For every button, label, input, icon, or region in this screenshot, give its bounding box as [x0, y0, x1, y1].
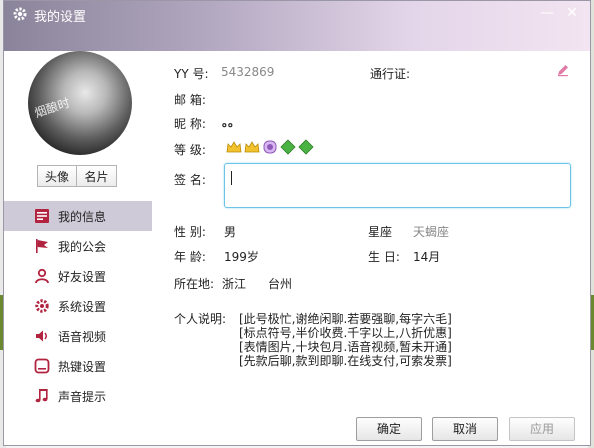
nickname-value: 。。	[222, 115, 241, 129]
province-value: 浙江	[222, 277, 247, 291]
sidebar-item-voice-video[interactable]: 语音视频	[4, 321, 152, 351]
city-value: 台州	[268, 277, 293, 291]
ok-button[interactable]: 确定	[356, 417, 422, 441]
star-badge-icon	[280, 139, 296, 155]
title-bar[interactable]: 我的设置 — ✕	[4, 1, 590, 51]
user-icon	[35, 268, 49, 284]
yy-number-label: YY 号:	[174, 67, 209, 81]
gear-icon	[13, 7, 27, 21]
sidebar-item-label: 语音视频	[58, 330, 107, 344]
close-button[interactable]: ✕	[562, 3, 582, 23]
star-badge-icon	[298, 139, 314, 155]
sidebar-item-friend-settings[interactable]: 好友设置	[4, 261, 152, 291]
sidebar-item-label: 我的信息	[58, 210, 107, 224]
avatar[interactable]: 烟酿时	[28, 51, 132, 155]
zodiac-label: 星座	[368, 225, 393, 239]
sidebar-item-label: 声音提示	[58, 390, 107, 404]
sidebar-item-my-guild[interactable]: 我的公会	[4, 231, 152, 261]
sidebar-item-label: 系统设置	[58, 300, 107, 314]
edit-icon[interactable]	[556, 63, 570, 77]
yy-number-value: 5432869	[221, 65, 275, 79]
apply-button[interactable]: 应用	[509, 417, 575, 441]
gender-label: 性 别:	[174, 225, 206, 239]
zodiac-value: 天蝎座	[413, 225, 450, 239]
age-label: 年 龄:	[174, 250, 206, 264]
signature-input[interactable]	[224, 163, 571, 208]
music-note-icon	[35, 389, 48, 403]
age-value: 199岁	[224, 250, 259, 264]
crown-icon	[226, 141, 242, 153]
birthday-value: 14月	[413, 250, 441, 264]
sidebar-item-hotkey-settings[interactable]: 热键设置	[4, 351, 152, 381]
keyboard-icon	[34, 358, 50, 374]
tab-card[interactable]: 名片	[77, 165, 117, 187]
location-label: 所在地:	[174, 277, 215, 291]
minimize-button[interactable]: —	[537, 3, 557, 23]
flag-icon	[36, 239, 48, 253]
gender-value: 男	[224, 225, 237, 239]
description-line: [先款后聊,款到即聊.在线支付,可索发票]	[239, 354, 452, 368]
signature-label: 签 名:	[174, 173, 206, 187]
moon-badge-icon	[263, 140, 277, 154]
gear-icon	[35, 299, 49, 313]
avatar-watermark: 烟酿时	[32, 95, 72, 121]
sidebar-item-system-settings[interactable]: 系统设置	[4, 291, 152, 321]
settings-window: 我的设置 — ✕ 烟酿时 头像 名片 我的信息 我的公会 好友设置 系统设置 语…	[3, 0, 591, 446]
sidebar-nav: 我的信息 我的公会 好友设置 系统设置 语音视频 热键设置 声音提示	[4, 201, 152, 411]
description-label: 个人说明:	[174, 312, 227, 326]
birthday-label: 生 日:	[368, 250, 400, 264]
email-label: 邮 箱:	[174, 93, 206, 107]
crown-icon	[244, 141, 260, 153]
tab-avatar[interactable]: 头像	[37, 165, 77, 187]
sidebar-item-sound-alerts[interactable]: 声音提示	[4, 381, 152, 411]
sidebar-item-my-info[interactable]: 我的信息	[4, 201, 152, 231]
id-card-icon	[35, 209, 49, 223]
speaker-icon	[36, 330, 47, 342]
window-title: 我的设置	[34, 10, 87, 25]
sidebar-item-label: 我的公会	[58, 240, 107, 254]
avatar-tabs: 头像 名片	[37, 165, 117, 187]
level-badges	[226, 139, 314, 155]
passport-label: 通行证:	[370, 67, 411, 81]
sidebar-item-label: 热键设置	[58, 360, 107, 374]
cancel-button[interactable]: 取消	[432, 417, 498, 441]
nickname-label: 昵 称:	[174, 117, 206, 131]
level-label: 等 级:	[174, 143, 206, 157]
text-caret	[231, 171, 232, 185]
sidebar-item-label: 好友设置	[58, 270, 107, 284]
